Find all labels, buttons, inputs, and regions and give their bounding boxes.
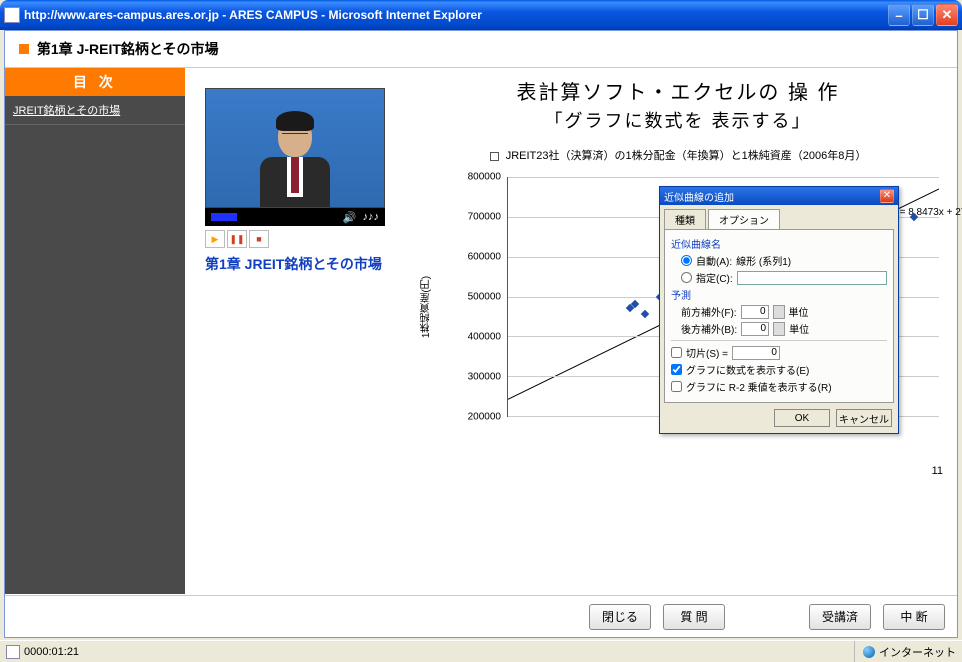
- y-tick: 700000: [468, 211, 501, 222]
- y-tick: 400000: [468, 331, 501, 342]
- dialog-title-bar[interactable]: 近似曲線の追加 ✕: [660, 187, 898, 205]
- slide-subtitle: 「グラフに数式を 表示する」: [405, 107, 951, 133]
- slide-area: 表計算ソフト・エクセルの 操 作 「グラフに数式を 表示する」 JREIT23社…: [405, 76, 951, 588]
- y-tick: 500000: [468, 292, 501, 303]
- completed-button[interactable]: 受講済: [809, 604, 871, 630]
- group-forecast: 予測: [671, 287, 887, 302]
- forward-input[interactable]: [741, 305, 769, 319]
- dialog-close-button[interactable]: ✕: [880, 189, 894, 203]
- bullet-icon: [19, 44, 29, 54]
- sidebar-item-chapter1[interactable]: JREIT銘柄とその市場: [5, 96, 185, 125]
- checkbox-intercept[interactable]: [671, 347, 682, 358]
- y-tick: 800000: [468, 172, 501, 183]
- footer-bar: 閉じる 質 問 受講済 中 断: [5, 595, 957, 637]
- stop-button[interactable]: ■: [249, 230, 269, 248]
- forward-spinner[interactable]: [773, 305, 785, 319]
- video-caption: 第1章 JREIT銘柄とその市場: [205, 254, 385, 274]
- group-trendline-name: 近似曲線名: [671, 236, 887, 251]
- checkbox-show-r2[interactable]: [671, 381, 682, 392]
- backward-spinner[interactable]: [773, 322, 785, 336]
- y-tick: 300000: [468, 372, 501, 383]
- window-title: http://www.ares-campus.ares.or.jp - ARES…: [24, 8, 888, 22]
- video-frame[interactable]: [205, 88, 385, 208]
- music-notes-icon: ♪♪♪: [363, 211, 380, 223]
- chapter-title: 第1章 J-REIT銘柄とその市場: [37, 41, 219, 57]
- status-zone: インターネット: [879, 644, 956, 660]
- dialog-cancel-button[interactable]: キャンセル: [836, 409, 892, 427]
- video-panel: 🔊 ♪♪♪ ▶ ❚❚ ■ 第1章 JREIT銘柄とその市場: [205, 88, 385, 274]
- window-title-bar: http://www.ares-campus.ares.or.jp - ARES…: [0, 0, 962, 30]
- ie-page-icon: [6, 645, 20, 659]
- legend-square-icon: [490, 152, 499, 161]
- progress-indicator: [211, 213, 237, 221]
- y-axis-label: 1株純資産(円): [419, 276, 434, 338]
- content-frame: 第1章 J-REIT銘柄とその市場 目 次 JREIT銘柄とその市場 🔊: [4, 30, 958, 638]
- speaker-icon[interactable]: 🔊: [343, 211, 357, 224]
- close-button[interactable]: 閉じる: [589, 604, 651, 630]
- play-button[interactable]: ▶: [205, 230, 225, 248]
- app-icon: [4, 7, 20, 23]
- sidebar: 目 次 JREIT銘柄とその市場: [5, 68, 185, 594]
- backward-input[interactable]: [741, 322, 769, 336]
- radio-auto-name[interactable]: [681, 255, 692, 266]
- abort-button[interactable]: 中 断: [883, 604, 945, 630]
- close-window-button[interactable]: ✕: [936, 4, 958, 26]
- status-time: 0000:01:21: [24, 646, 79, 658]
- radio-custom-name[interactable]: [681, 272, 692, 283]
- intercept-input[interactable]: [732, 346, 780, 360]
- chapter-header: 第1章 J-REIT銘柄とその市場: [5, 31, 957, 68]
- dialog-ok-button[interactable]: OK: [774, 409, 830, 427]
- page-number: 11: [932, 465, 943, 477]
- presenter-figure: [255, 107, 335, 207]
- pause-button[interactable]: ❚❚: [227, 230, 247, 248]
- y-tick: 600000: [468, 251, 501, 262]
- tab-options[interactable]: オプション: [708, 209, 780, 229]
- toc-header: 目 次: [5, 68, 185, 96]
- status-bar: 0000:01:21 インターネット: [0, 640, 962, 662]
- slide-title: 表計算ソフト・エクセルの 操 作: [405, 76, 951, 105]
- custom-name-input[interactable]: [737, 271, 887, 285]
- tab-type[interactable]: 種類: [664, 209, 706, 229]
- main-area: 🔊 ♪♪♪ ▶ ❚❚ ■ 第1章 JREIT銘柄とその市場 表計算ソフト・エクセ…: [185, 68, 957, 594]
- checkbox-show-equation[interactable]: [671, 364, 682, 375]
- y-tick: 200000: [468, 412, 501, 423]
- minimize-button[interactable]: –: [888, 4, 910, 26]
- dialog-title: 近似曲線の追加: [664, 189, 734, 204]
- video-progress-bar[interactable]: 🔊 ♪♪♪: [205, 208, 385, 226]
- question-button[interactable]: 質 問: [663, 604, 725, 630]
- globe-icon: [863, 646, 875, 658]
- trendline-dialog: 近似曲線の追加 ✕ 種類 オプション 近似曲線名 自動(A): 線形 (系列1): [659, 186, 899, 434]
- chart-caption: JREIT23社（決算済）の1株分配金（年換算）と1株純資産（2006年8月）: [405, 147, 951, 163]
- maximize-button[interactable]: ☐: [912, 4, 934, 26]
